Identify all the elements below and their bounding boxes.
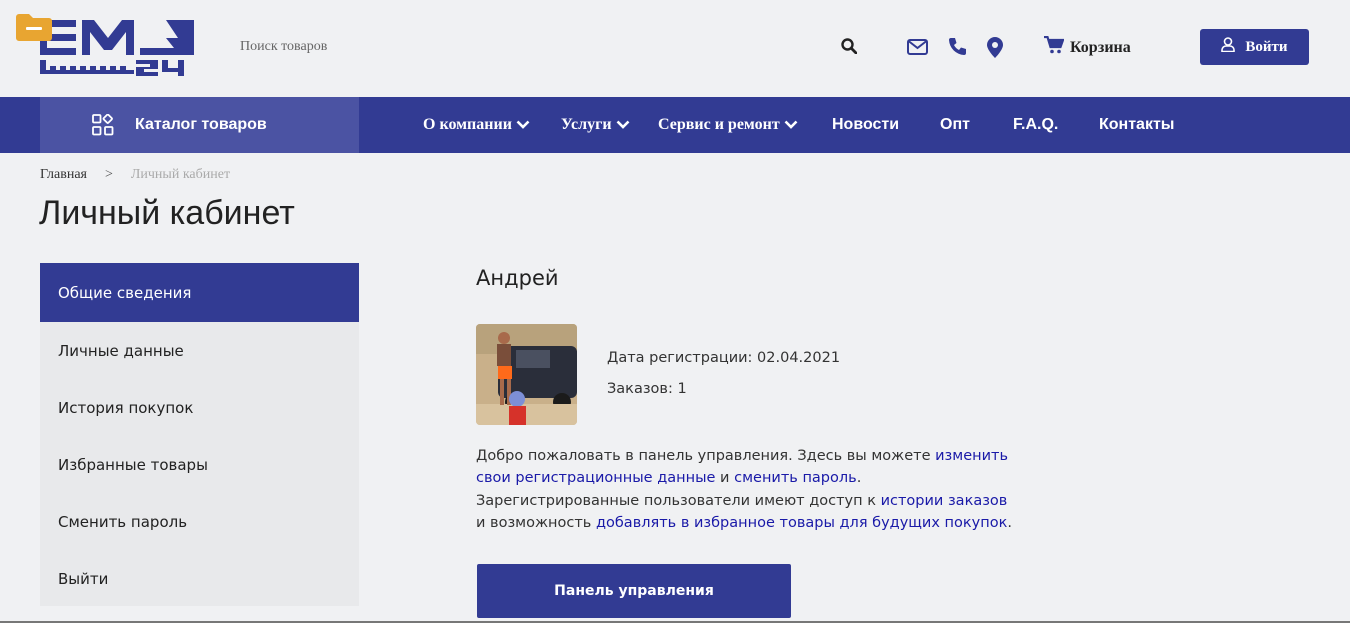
nav-item-label: Опт <box>940 116 970 133</box>
login-label: Войти <box>1245 38 1288 55</box>
nav-item-label: Новости <box>832 116 900 133</box>
nav-item-service-repair[interactable]: Сервис и ремонт <box>658 97 798 153</box>
nav-item-contacts[interactable]: Контакты <box>1099 97 1174 153</box>
breadcrumb-separator: > <box>105 167 113 182</box>
nav-item-label: О компании <box>423 116 512 133</box>
sidebar-item-change-password[interactable]: Сменить пароль <box>40 493 359 550</box>
search-input[interactable] <box>240 36 800 58</box>
nav-item-wholesale[interactable]: Опт <box>940 97 970 153</box>
nav-item-faq[interactable]: F.A.Q. <box>1013 97 1058 153</box>
avatar[interactable] <box>476 324 577 425</box>
nav-item-label: Контакты <box>1099 116 1175 133</box>
orders-count: Заказов: 1 <box>607 381 687 397</box>
sidebar-item-favorites[interactable]: Избранные товары <box>40 436 359 493</box>
catalog-button[interactable]: Каталог товаров <box>40 97 359 153</box>
sidebar-item-personal-data[interactable]: Личные данные <box>40 322 359 379</box>
nav-item-label: Услуги <box>561 116 612 133</box>
chevron-down-icon <box>784 116 798 134</box>
welcome-text-part: . <box>856 470 862 487</box>
chevron-down-icon <box>516 116 530 134</box>
nav-item-services[interactable]: Услуги <box>561 97 630 153</box>
catalog-label: Каталог товаров <box>135 116 267 133</box>
welcome-text-part: и возможность <box>476 515 596 532</box>
catalog-grid-icon <box>92 114 114 136</box>
location-icon[interactable] <box>983 35 1007 59</box>
cart-label: Корзина <box>1070 38 1131 56</box>
nav-item-label: Сервис и ремонт <box>658 116 780 133</box>
breadcrumb-current: Личный кабинет <box>130 167 231 182</box>
sidebar-item-logout[interactable]: Выйти <box>40 550 359 607</box>
welcome-text-part: . <box>1007 515 1012 532</box>
welcome-text-part: Добро пожаловать в панель управления. Зд… <box>476 448 936 464</box>
account-sidebar: Общие сведения Личные данные История пок… <box>40 263 359 606</box>
welcome-text-part: Зарегистрированные пользователи имеют до… <box>476 492 881 509</box>
cart-button[interactable]: Корзина <box>1044 35 1131 59</box>
control-panel-button[interactable]: Панель управления <box>477 564 791 618</box>
page-title: Личный кабинет <box>39 194 295 232</box>
site-header: Корзина Войти <box>0 0 1350 97</box>
breadcrumb-home-link[interactable]: Главная <box>40 167 87 183</box>
user-icon <box>1221 37 1236 57</box>
change-password-link[interactable]: сменить пароль <box>734 470 857 486</box>
registration-date: Дата регистрации: 02.04.2021 <box>607 350 841 366</box>
breadcrumb: Главная > Личный кабинет <box>40 167 230 183</box>
chevron-down-icon <box>616 116 630 134</box>
mail-icon[interactable] <box>905 35 929 59</box>
nav-item-news[interactable]: Новости <box>832 97 899 153</box>
main-nav: Каталог товаров О компании Услуги Сервис… <box>0 97 1350 153</box>
user-name: Андрей <box>476 266 559 290</box>
favorites-link[interactable]: добавлять в избранное товары для будущих… <box>596 515 1007 531</box>
login-button[interactable]: Войти <box>1200 29 1309 65</box>
folder-icon <box>16 14 52 41</box>
order-history-link[interactable]: истории заказов <box>881 493 1008 509</box>
search-icon[interactable] <box>838 35 860 57</box>
welcome-text: Добро пожаловать в панель управления. Зд… <box>476 445 1016 535</box>
sidebar-item-purchase-history[interactable]: История покупок <box>40 379 359 436</box>
nav-item-label: F.A.Q. <box>1013 116 1059 133</box>
phone-icon[interactable] <box>945 35 969 59</box>
nav-item-about[interactable]: О компании <box>423 97 530 153</box>
cart-icon <box>1044 35 1065 59</box>
welcome-text-part: и <box>715 470 735 487</box>
sidebar-item-overview[interactable]: Общие сведения <box>40 263 359 322</box>
